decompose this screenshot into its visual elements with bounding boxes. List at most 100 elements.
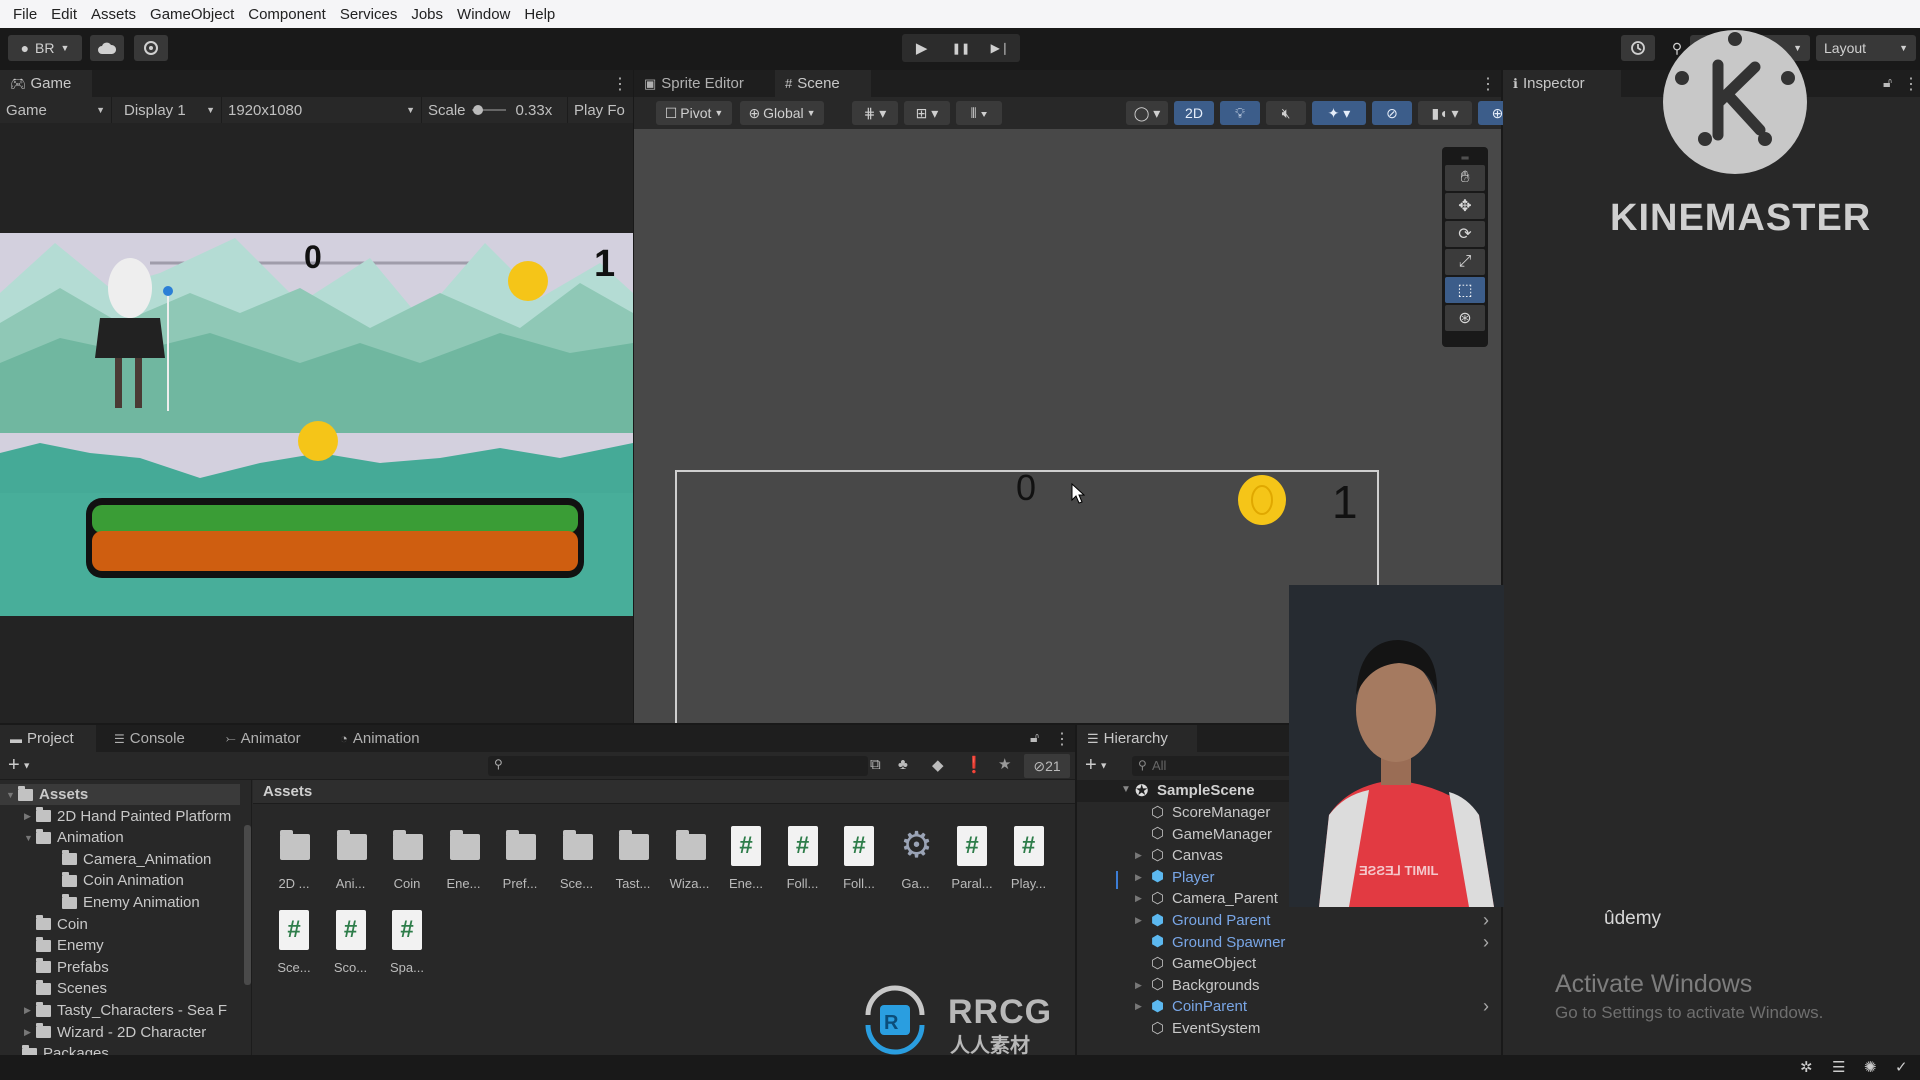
label-filter-icon[interactable]: ◆ — [932, 756, 944, 774]
kebab-menu-icon[interactable]: ⋮ — [612, 74, 628, 94]
collapse-arrow-icon[interactable]: ▶ — [1135, 850, 1151, 861]
resolution-dropdown[interactable]: 1920x1080 ▼ — [222, 97, 422, 123]
menu-jobs[interactable]: Jobs — [404, 6, 450, 23]
asset-item[interactable]: Tast... — [605, 824, 661, 904]
tree-item[interactable]: ▶ Tasty_Characters - Sea F — [24, 1000, 227, 1021]
menu-edit[interactable]: Edit — [44, 6, 84, 23]
2d-toggle[interactable]: 2D — [1174, 101, 1214, 125]
asset-item[interactable]: # Spa... — [379, 908, 435, 988]
rect-tool-button[interactable]: ⬚ — [1445, 277, 1485, 303]
tree-item[interactable]: ▼ Animation — [24, 827, 124, 848]
collapse-arrow-icon[interactable]: ▶ — [1135, 915, 1151, 926]
tree-item[interactable]: Prefabs — [24, 957, 109, 978]
tab-animator[interactable]: ⤚ Animator — [216, 725, 326, 752]
menu-help[interactable]: Help — [517, 6, 562, 23]
scale-slider-thumb[interactable] — [472, 105, 483, 115]
tab-console[interactable]: ☰ Console — [104, 725, 214, 752]
tree-scrollbar[interactable] — [244, 825, 251, 985]
hierarchy-item[interactable]: ⬡ GameObject — [1135, 953, 1495, 974]
filter-type-icon[interactable]: ♣ — [898, 756, 908, 773]
asset-item[interactable]: Sce... — [549, 824, 605, 904]
asset-item[interactable]: Ani... — [323, 824, 379, 904]
game-viewport[interactable]: 0 1 — [0, 233, 633, 616]
asset-item[interactable]: ⚙ Ga... — [888, 824, 944, 904]
menu-gameobject[interactable]: GameObject — [143, 6, 241, 23]
create-button[interactable]: + ▼ — [8, 754, 31, 777]
collapse-arrow-icon[interactable]: ▶ — [1135, 893, 1151, 904]
tree-item[interactable]: ▶ 2D Hand Painted Platform — [24, 806, 231, 827]
grid-snap-dropdown[interactable]: ⋕ ▾ — [852, 101, 898, 125]
hierarchy-item[interactable]: ▶ ⬢ Ground Parent › — [1135, 910, 1495, 931]
expand-arrow-icon[interactable]: ▼ — [24, 833, 36, 843]
cache-icon[interactable]: ☰ — [1832, 1058, 1845, 1076]
hand-tool-button[interactable]: ✋︎ — [1445, 165, 1485, 191]
camera-dropdown[interactable]: ▮◖ ▾ — [1418, 101, 1472, 125]
asset-item[interactable]: # Sce... — [266, 908, 322, 988]
hierarchy-item[interactable]: ▶ ⬢ CoinParent › — [1135, 996, 1495, 1017]
menu-component[interactable]: Component — [241, 6, 333, 23]
pivot-dropdown[interactable]: ☐ Pivot ▼ — [656, 101, 732, 125]
debug-icon[interactable]: ✲ — [1800, 1058, 1813, 1076]
open-prefab-chevron-icon[interactable]: › — [1483, 996, 1489, 1017]
asset-item[interactable]: # Ene... — [718, 824, 774, 904]
display-dropdown[interactable]: Display 1 ▼ — [112, 97, 222, 123]
draw-mode-dropdown[interactable]: ◯ ▾ — [1126, 101, 1168, 125]
favorites-star-icon[interactable]: ★ — [998, 755, 1011, 773]
open-prefab-chevron-icon[interactable]: › — [1483, 910, 1489, 931]
open-prefab-chevron-icon[interactable]: › — [1483, 932, 1489, 953]
tree-item[interactable]: Scenes — [24, 978, 107, 999]
move-tool-button[interactable]: ✥ — [1445, 193, 1485, 219]
tab-project[interactable]: ▬ Project — [0, 725, 96, 752]
scene-visibility-toggle[interactable]: ⊘ — [1372, 101, 1412, 125]
kebab-menu-icon[interactable]: ⋮ — [1054, 729, 1070, 749]
tree-item[interactable]: Enemy — [24, 935, 104, 956]
effects-dropdown[interactable]: ✦ ▾ — [1312, 101, 1366, 125]
menu-services[interactable]: Services — [333, 6, 405, 23]
tree-item[interactable]: ▶ Wizard - 2D Character — [24, 1022, 206, 1043]
asset-item[interactable]: Coin — [379, 824, 435, 904]
tab-animation[interactable]: ◔ Animation — [330, 725, 448, 752]
asset-item[interactable]: # Foll... — [831, 824, 887, 904]
check-icon[interactable]: ✓ — [1895, 1058, 1908, 1076]
asset-item[interactable]: Ene... — [436, 824, 492, 904]
audio-toggle[interactable]: 🔇︎ — [1266, 101, 1306, 125]
lock-icon[interactable]: 🔓︎ — [1030, 729, 1039, 746]
global-dropdown[interactable]: ⊕ Global ▼ — [740, 101, 824, 125]
network-icon[interactable]: ✺ — [1864, 1058, 1877, 1076]
expand-arrow-icon[interactable]: ▼ — [6, 790, 18, 800]
tab-game[interactable]: 🎮︎ Game — [0, 70, 92, 97]
menu-file[interactable]: File — [6, 6, 44, 23]
lighting-toggle[interactable]: 💡︎ — [1220, 101, 1260, 125]
play-button[interactable]: ▶ — [902, 34, 941, 62]
account-dropdown[interactable]: ● BR ▼ — [8, 35, 82, 61]
asset-item[interactable]: # Sco... — [323, 908, 379, 988]
asset-item[interactable]: 2D ... — [266, 824, 322, 904]
tab-inspector[interactable]: ℹ Inspector — [1503, 70, 1621, 97]
asset-item[interactable]: Wiza... — [662, 824, 718, 904]
collapse-arrow-icon[interactable]: ▶ — [24, 1005, 36, 1016]
warning-filter-icon[interactable]: ❗ — [964, 755, 984, 775]
asset-item[interactable]: # Paral... — [944, 824, 1000, 904]
collapse-arrow-icon[interactable]: ▶ — [24, 1027, 36, 1038]
lock-icon[interactable]: 🔓︎ — [1883, 74, 1892, 91]
tab-sprite-editor[interactable]: ▣ Sprite Editor — [634, 70, 774, 97]
tree-item[interactable]: Packages — [10, 1043, 109, 1055]
kebab-menu-icon[interactable]: ⋮ — [1480, 74, 1496, 94]
hierarchy-item[interactable]: ⬢ Ground Spawner › — [1135, 932, 1495, 953]
tree-item[interactable]: Coin — [24, 914, 88, 935]
scale-tool-button[interactable]: ⤢ — [1445, 249, 1485, 275]
asset-item[interactable]: # Foll... — [775, 824, 831, 904]
kebab-menu-icon[interactable]: ⋮ — [1903, 74, 1919, 94]
cloud-button[interactable] — [90, 35, 124, 61]
menu-assets[interactable]: Assets — [84, 6, 143, 23]
breadcrumb-assets[interactable]: Assets — [263, 783, 312, 800]
collapse-arrow-icon[interactable]: ▶ — [24, 811, 36, 822]
collapse-arrow-icon[interactable]: ▶ — [1135, 980, 1151, 991]
game-mode-dropdown[interactable]: Game ▼ — [0, 97, 112, 123]
create-button[interactable]: + ▼ — [1085, 754, 1108, 777]
pause-button[interactable]: ❚❚ — [941, 34, 980, 62]
tab-scene[interactable]: # Scene — [775, 70, 871, 97]
rotate-tool-button[interactable]: ⟳ — [1445, 221, 1485, 247]
asset-item[interactable]: # Play... — [1001, 824, 1057, 904]
tree-item[interactable]: ▼ Assets — [0, 784, 240, 805]
